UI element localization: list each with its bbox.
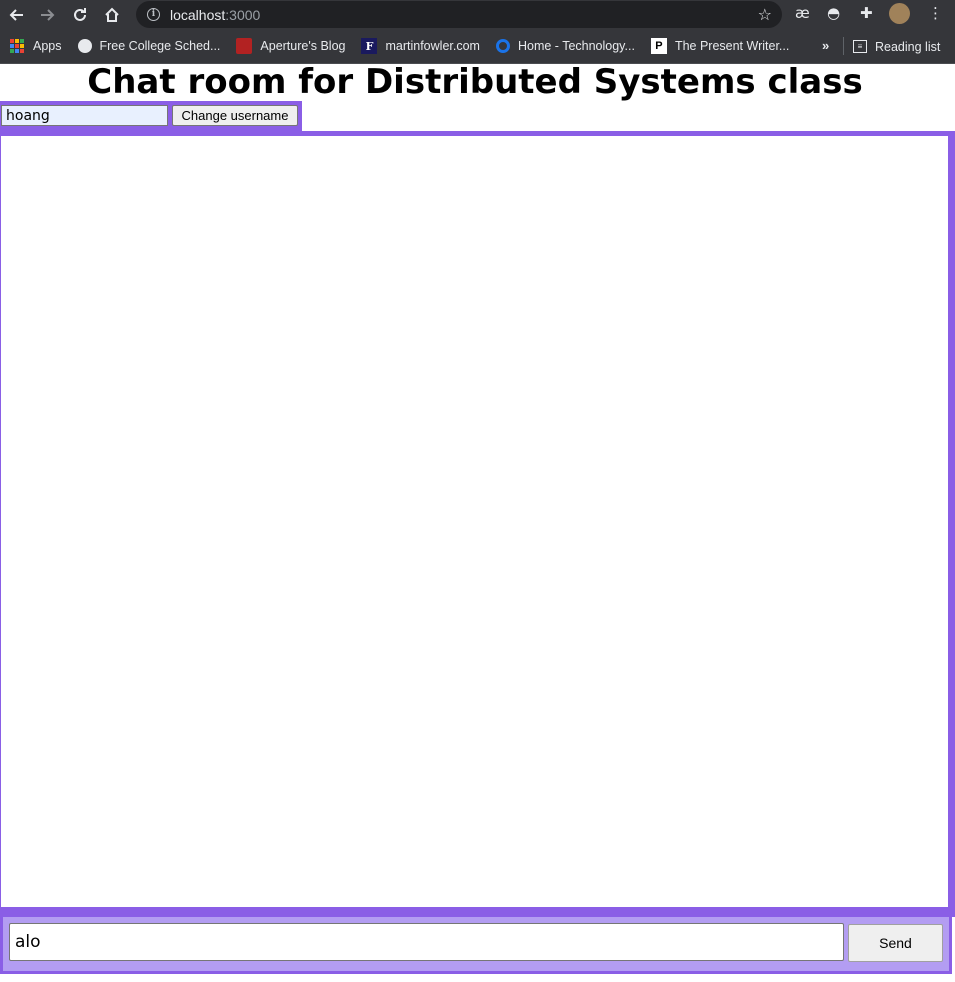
forward-arrow-icon[interactable] [32, 0, 64, 29]
translate-extension-icon[interactable]: æ [795, 4, 810, 22]
address-url: localhost:3000 [170, 7, 260, 23]
bookmarks-overflow-icon[interactable]: » [822, 38, 829, 53]
aperture-blog-icon [236, 38, 253, 54]
bookmark-label: martinfowler.com [385, 39, 480, 53]
back-arrow-icon[interactable] [0, 0, 32, 29]
reload-icon[interactable] [64, 0, 96, 29]
address-bar[interactable]: i localhost:3000 ☆ [136, 1, 782, 28]
message-composer: Send [0, 914, 955, 974]
bookmarks-divider [843, 37, 844, 55]
globe-icon [77, 39, 92, 53]
profile-avatar-icon[interactable] [889, 3, 910, 24]
bookmark-label: The Present Writer... [674, 39, 790, 53]
menu-kebab-icon[interactable]: ⋮ [928, 4, 943, 22]
apps-grid-icon [9, 38, 25, 54]
username-input[interactable] [1, 105, 168, 126]
username-bar: Change username [0, 101, 302, 131]
bookmark-free-college-schedule[interactable]: Free College Sched... [77, 39, 221, 53]
bookmark-label: Free College Sched... [99, 39, 221, 53]
bookmark-label: Home - Technology... [517, 39, 635, 53]
chat-frame [0, 131, 955, 914]
reading-list-button[interactable]: ≡ Reading list [853, 29, 940, 64]
bookmark-apertures-blog[interactable]: Aperture's Blog [236, 38, 345, 54]
present-writer-icon: P [650, 38, 667, 54]
bookmark-star-icon[interactable]: ☆ [758, 5, 772, 24]
url-port: :3000 [225, 6, 261, 23]
extension-shell-icon[interactable]: ◓ [827, 4, 840, 22]
bookmark-label: Aperture's Blog [260, 39, 346, 53]
bookmark-label: Apps [33, 39, 62, 53]
bookmark-martinfowler[interactable]: F martinfowler.com [361, 38, 480, 54]
send-button[interactable]: Send [848, 924, 943, 962]
puzzle-extensions-icon[interactable]: ✚ [860, 4, 873, 22]
page-title: Chat room for Distributed Systems class [87, 62, 863, 102]
message-input[interactable] [9, 923, 844, 961]
change-username-button[interactable]: Change username [172, 105, 298, 126]
technology-home-icon [495, 39, 510, 53]
reading-list-icon: ≡ [853, 40, 867, 53]
home-icon[interactable] [96, 0, 128, 29]
martinfowler-icon: F [361, 38, 378, 54]
browser-toolbar: i localhost:3000 ☆ æ ◓ ✚ ⋮ [0, 0, 955, 29]
site-info-icon[interactable]: i [147, 8, 160, 21]
bookmark-home-technology[interactable]: Home - Technology... [495, 39, 635, 53]
bookmark-present-writer[interactable]: P The Present Writer... [650, 38, 790, 54]
bookmark-apps[interactable]: Apps [9, 38, 62, 54]
bookmarks-bar: Apps Free College Sched... Aperture's Bl… [0, 29, 955, 64]
reading-list-label: Reading list [875, 39, 941, 54]
messages-area[interactable] [1, 136, 948, 907]
url-host: localhost [170, 6, 226, 23]
